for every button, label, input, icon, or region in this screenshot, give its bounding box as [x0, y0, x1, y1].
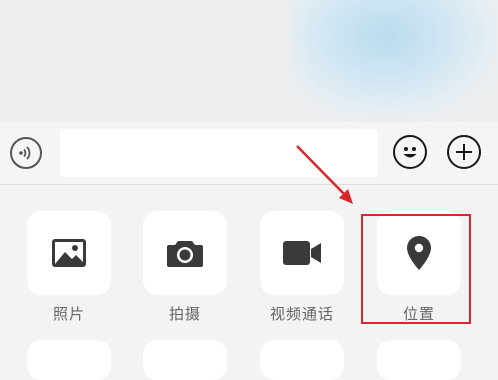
camera-tile[interactable] — [143, 211, 227, 295]
video-call-label: 视频通话 — [269, 305, 334, 323]
camera-label: 拍摄 — [168, 305, 201, 323]
photo-label: 照片 — [52, 305, 85, 323]
panel-tile-row2[interactable] — [260, 340, 344, 380]
blurred-message-image — [292, 0, 498, 120]
emoji-icon — [403, 147, 417, 158]
highlight-box — [361, 214, 471, 324]
voice-icon — [19, 146, 31, 160]
emoji-button[interactable] — [393, 135, 427, 169]
panel-tile-row2[interactable] — [377, 340, 461, 380]
camera-icon — [167, 241, 203, 267]
image-icon — [52, 239, 86, 267]
video-call-icon — [283, 241, 321, 265]
photo-tile[interactable] — [27, 211, 111, 295]
message-input[interactable] — [60, 129, 378, 177]
video-call-tile[interactable] — [260, 211, 344, 295]
chat-area — [0, 0, 498, 122]
more-button[interactable] — [447, 135, 481, 169]
voice-button[interactable] — [10, 137, 42, 169]
plus-icon — [456, 144, 472, 160]
panel-tile-row2[interactable] — [27, 340, 111, 380]
panel-tile-row2[interactable] — [143, 340, 227, 380]
